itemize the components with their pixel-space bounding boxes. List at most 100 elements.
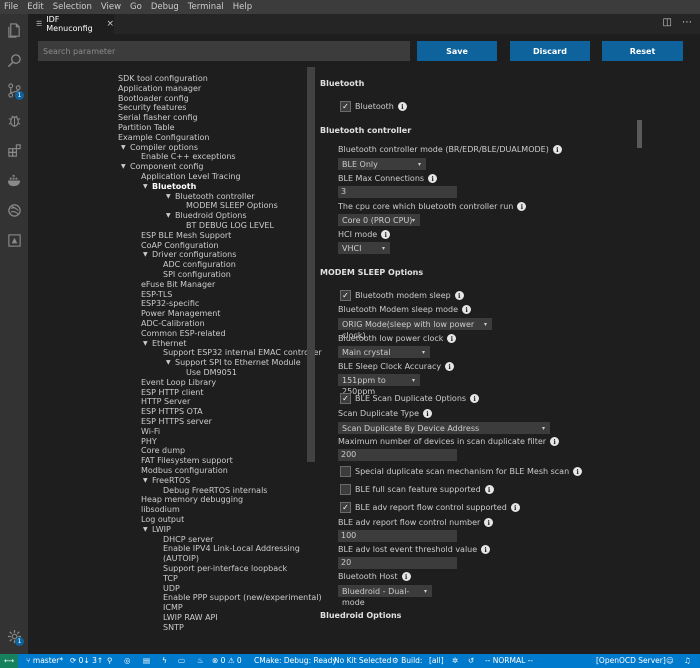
info-icon[interactable]: i — [470, 394, 480, 403]
adv-lost-threshold-input[interactable]: 20 — [338, 557, 457, 569]
expand-arrow-icon[interactable]: ▼ — [143, 251, 151, 258]
expand-arrow-icon[interactable]: ▼ — [143, 477, 151, 484]
tree-item[interactable]: LWIP RAW API — [163, 613, 218, 623]
tree-item[interactable]: Bluetooth — [152, 182, 196, 192]
max-devices-input[interactable]: 200 — [338, 449, 457, 461]
tree-item[interactable]: SNTP — [163, 623, 184, 633]
tree-item[interactable]: ESP BLE Mesh Support — [141, 231, 231, 241]
low-power-clock-select[interactable]: Main crystal ▾ — [338, 346, 430, 358]
target-icon[interactable]: ◎ — [124, 656, 131, 665]
tree-item[interactable]: SDK tool configuration — [118, 74, 208, 84]
notifications-icon[interactable]: ♫ — [684, 656, 691, 665]
debug-icon[interactable] — [6, 112, 22, 128]
info-icon[interactable]: i — [481, 545, 491, 554]
tree-item[interactable]: Support SPI to Ethernet Module — [175, 358, 301, 368]
info-icon[interactable]: i — [484, 485, 494, 494]
flame-icon[interactable]: ♨ — [197, 656, 204, 665]
tree-item[interactable]: Example Configuration — [118, 133, 210, 143]
remote-indicator[interactable]: ⟷ — [0, 654, 18, 668]
tree-item[interactable]: Bootloader config — [118, 94, 189, 104]
tree-item[interactable]: FAT Filesystem support — [141, 456, 233, 466]
database-icon[interactable]: ▤ — [143, 656, 150, 665]
expand-arrow-icon[interactable]: ▼ — [143, 340, 151, 347]
tree-item[interactable]: Ethernet — [152, 339, 186, 349]
expand-arrow-icon[interactable]: ▼ — [166, 193, 174, 200]
tree-item[interactable]: ESP HTTPS server — [141, 417, 212, 427]
search-input[interactable] — [38, 41, 410, 61]
tree-scrollbar[interactable] — [307, 67, 315, 462]
remote-icon[interactable] — [6, 202, 22, 218]
info-icon[interactable]: i — [573, 467, 583, 476]
tree-item[interactable]: TCP — [163, 574, 178, 584]
menu-file[interactable]: File — [4, 2, 18, 12]
info-icon[interactable]: i — [397, 102, 407, 111]
extensions-icon[interactable] — [6, 142, 22, 158]
esp-idf-icon[interactable] — [6, 232, 22, 248]
info-icon[interactable]: i — [484, 518, 494, 527]
bug-icon[interactable]: ✲ — [452, 656, 458, 665]
tree-item[interactable]: Enable IPV4 Link-Local Addressing — [163, 544, 300, 554]
history-icon[interactable]: ↺ — [468, 656, 474, 665]
sleep-clock-accuracy-select[interactable]: 151ppm to 250ppm ▾ — [338, 374, 420, 396]
tree-item[interactable]: Common ESP-related — [141, 329, 226, 339]
save-button[interactable]: Save — [417, 41, 497, 61]
tree-item[interactable]: Modbus configuration — [141, 466, 228, 476]
scan-duplicate-type-select[interactable]: Scan Duplicate By Device Address ▾ — [338, 422, 550, 434]
tree-item[interactable]: libsodium — [141, 505, 180, 515]
hci-mode-select[interactable]: VHCI ▾ — [338, 242, 390, 254]
info-icon[interactable]: i — [454, 291, 464, 300]
git-sync[interactable]: ⟳ 0↓ 3↑ — [70, 656, 103, 665]
tree-item[interactable]: ESP32-specific — [141, 299, 199, 309]
adv-flow-number-input[interactable]: 100 — [338, 530, 457, 542]
reset-button[interactable]: Reset — [602, 41, 683, 61]
git-branch[interactable]: ⑂ master* — [26, 656, 63, 665]
info-icon[interactable]: i — [447, 334, 457, 343]
more-actions-icon[interactable]: ⋯ — [682, 17, 692, 28]
docker-icon[interactable] — [6, 172, 22, 188]
build-button[interactable]: ⚙ Build: — [392, 656, 422, 665]
tree-item[interactable]: Enable C++ exceptions — [141, 152, 236, 162]
tree-item[interactable]: Event Loop Library — [141, 378, 216, 388]
tree-item[interactable]: Partition Table — [118, 123, 175, 133]
menu-edit[interactable]: Edit — [27, 2, 43, 12]
adv-flow-checkbox[interactable]: ✓ — [340, 502, 351, 513]
tree-item[interactable]: Use DM9051 — [186, 368, 237, 378]
expand-arrow-icon[interactable]: ▼ — [166, 359, 174, 366]
tree-item[interactable]: ICMP — [163, 603, 183, 613]
info-icon[interactable]: i — [552, 145, 562, 154]
bluetooth-checkbox[interactable]: ✓ — [340, 101, 351, 112]
plug-icon[interactable]: ⚲ — [107, 656, 113, 665]
modem-sleep-checkbox[interactable]: ✓ — [340, 290, 351, 301]
tree-item[interactable]: Wi-Fi — [141, 427, 160, 437]
build-target[interactable]: [all] — [429, 656, 444, 665]
tree-item[interactable]: Component config — [130, 162, 203, 172]
problems-indicator[interactable]: ⊗ 0 ⚠ 0 — [212, 656, 242, 665]
info-icon[interactable]: i — [381, 230, 391, 239]
tree-item[interactable]: Driver configurations — [152, 250, 236, 260]
menu-selection[interactable]: Selection — [53, 2, 92, 12]
info-icon[interactable]: i — [517, 202, 527, 211]
tree-item[interactable]: Power Management — [141, 309, 220, 319]
controller-mode-select[interactable]: BLE Only ▾ — [338, 158, 426, 170]
info-icon[interactable]: i — [445, 362, 455, 371]
tree-item[interactable]: ESP HTTP client — [141, 388, 204, 398]
tab-idf-menuconfig[interactable]: ☰ IDF Menuconfig × — [28, 14, 114, 34]
monitor-icon[interactable]: ▭ — [178, 656, 185, 665]
full-scan-checkbox[interactable] — [340, 484, 351, 495]
feedback-icon[interactable]: ☺ — [666, 656, 674, 665]
bluetooth-host-select[interactable]: Bluedroid - Dual-mode ▾ — [338, 585, 432, 607]
tree-item[interactable]: PHY — [141, 437, 157, 447]
settings-gear-icon[interactable]: 1 — [6, 628, 24, 646]
tree-item[interactable]: Application manager — [118, 84, 201, 94]
close-icon[interactable]: × — [106, 19, 114, 29]
tree-item[interactable]: Core dump — [141, 446, 185, 456]
tree-item[interactable]: CoAP Configuration — [141, 241, 219, 251]
tree-item[interactable]: Log output — [141, 515, 184, 525]
info-icon[interactable]: i — [423, 409, 433, 418]
menu-view[interactable]: View — [101, 2, 121, 12]
cmake-status[interactable]: CMake: Debug: Ready — [254, 656, 337, 665]
discard-button[interactable]: Discard — [510, 41, 590, 61]
openocd-server[interactable]: [OpenOCD Server] — [596, 656, 666, 665]
menu-debug[interactable]: Debug — [151, 2, 179, 12]
cpu-core-select[interactable]: Core 0 (PRO CPU) ▾ — [338, 214, 420, 226]
